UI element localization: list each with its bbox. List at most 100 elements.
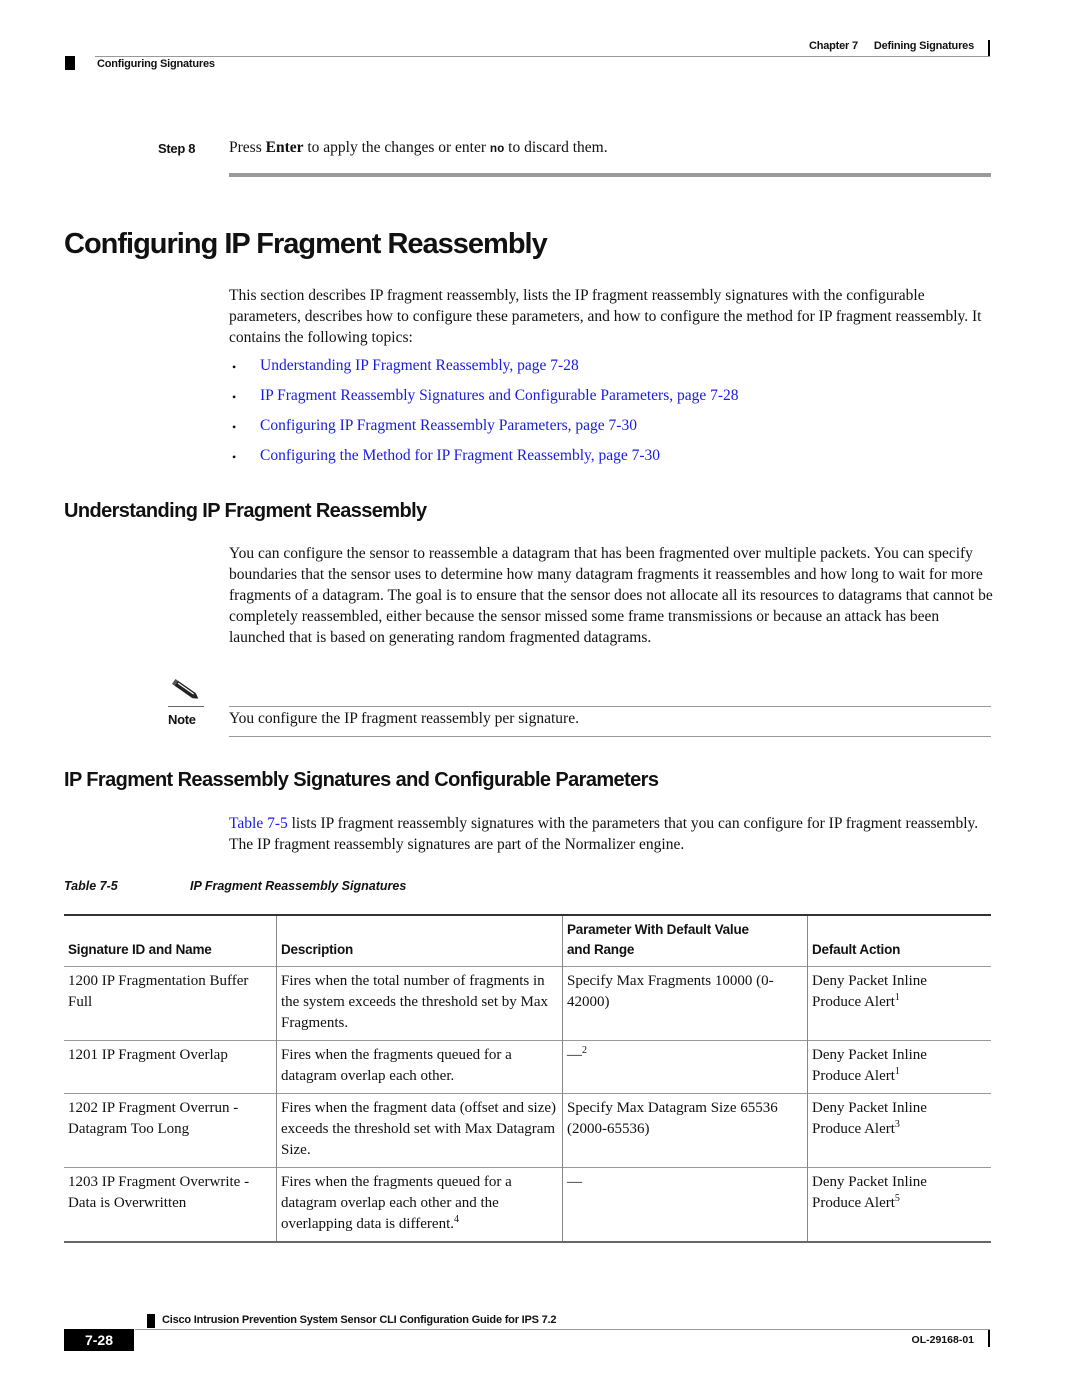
- action-line1: Deny Packet Inline: [812, 973, 927, 989]
- signatures-paragraph: Table 7-5 lists IP fragment reassembly s…: [229, 813, 994, 855]
- column-header-parameter: Parameter With Default Value and Range: [562, 915, 808, 967]
- topic-item: • Understanding IP Fragment Reassembly, p…: [232, 357, 739, 387]
- parameter-header-line1: Parameter With Default Value: [567, 922, 749, 937]
- parameter-cell: —2: [562, 1040, 808, 1094]
- parameter-text: —: [567, 1174, 582, 1190]
- table-row: 1201 IP Fragment Overlap Fires when the …: [64, 1040, 991, 1094]
- description-cell: Fires when the fragment data (offset and…: [276, 1093, 563, 1168]
- topic-link-configuring-method[interactable]: Configuring the Method for IP Fragment R…: [260, 447, 660, 465]
- note-top-rule: [229, 706, 991, 707]
- chapter-title: Defining Signatures: [873, 40, 974, 52]
- parameter-cell: —: [562, 1167, 808, 1242]
- table-row: 1202 IP Fragment Overrun - Datagram Too …: [64, 1093, 991, 1168]
- running-header-section: Configuring Signatures: [97, 58, 215, 70]
- footer-guide-title: Cisco Intrusion Prevention System Sensor…: [162, 1314, 557, 1326]
- default-action-cell: Deny Packet Inline Produce Alert3: [807, 1093, 991, 1168]
- footnote-ref[interactable]: 5: [895, 1193, 900, 1204]
- topic-list: • Understanding IP Fragment Reassembly, p…: [232, 357, 739, 477]
- column-header-default-action: Default Action: [807, 915, 991, 967]
- step-text-after: to discard them.: [504, 139, 608, 156]
- footer-square-decoration: [147, 1314, 155, 1328]
- table-header-row: Signature ID and Name Description Parame…: [64, 915, 991, 967]
- bullet-icon: •: [232, 420, 237, 434]
- running-header-chapter: Chapter 7 Defining Signatures: [809, 40, 974, 52]
- parameter-header-line2: and Range: [567, 942, 635, 957]
- footnote-ref[interactable]: 1: [895, 1066, 900, 1077]
- default-action-cell: Deny Packet Inline Produce Alert1: [807, 1040, 991, 1094]
- topic-item: • Configuring IP Fragment Reassembly Para…: [232, 417, 739, 447]
- description-text: Fires when the fragments queued for a da…: [281, 1047, 512, 1084]
- description-text: Fires when the fragments queued for a da…: [281, 1174, 512, 1232]
- chapter-number: Chapter 7: [808, 40, 858, 52]
- bullet-icon: •: [232, 450, 237, 464]
- action-line1: Deny Packet Inline: [812, 1047, 927, 1063]
- intro-paragraph: This section describes IP fragment reass…: [229, 287, 982, 346]
- understanding-paragraph: You can configure the sensor to reassemb…: [229, 545, 993, 646]
- page-title: Configuring IP Fragment Reassembly: [64, 228, 548, 260]
- description-cell: Fires when the fragments queued for a da…: [276, 1167, 563, 1242]
- footnote-ref[interactable]: 3: [895, 1119, 900, 1130]
- header-rule: [95, 56, 990, 57]
- column-header-signature: Signature ID and Name: [68, 942, 212, 957]
- signature-cell: 1200 IP Fragmentation Buffer Full: [68, 973, 249, 1010]
- footer-rule: [135, 1329, 990, 1330]
- step-text-before: Press: [229, 139, 266, 156]
- parameter-cell: Specify Max Fragments 10000 (0-42000): [562, 966, 808, 1041]
- footnote-ref[interactable]: 4: [454, 1214, 459, 1225]
- default-action-cell: Deny Packet Inline Produce Alert1: [807, 966, 991, 1041]
- parameter-text: Specify Max Fragments 10000 (0-42000): [567, 973, 774, 1010]
- action-line1: Deny Packet Inline: [812, 1100, 927, 1116]
- footnote-ref[interactable]: 2: [582, 1045, 587, 1056]
- footnote-ref[interactable]: 1: [895, 992, 900, 1003]
- action-line2: Produce Alert: [812, 1068, 895, 1084]
- note-bottom-rule: [229, 736, 991, 737]
- topic-link-configuring-parameters[interactable]: Configuring IP Fragment Reassembly Param…: [260, 417, 637, 435]
- section-heading-signatures: IP Fragment Reassembly Signatures and Co…: [64, 769, 659, 791]
- footer-bar-decoration: [988, 1330, 990, 1347]
- topic-item: • Configuring the Method for IP Fragment …: [232, 447, 739, 477]
- parameter-cell: Specify Max Datagram Size 65536 (2000-65…: [562, 1093, 808, 1168]
- description-text: Fires when the fragment data (offset and…: [281, 1100, 557, 1158]
- bullet-icon: •: [232, 360, 237, 374]
- step-end-rule: [229, 173, 991, 177]
- signatures-table: Signature ID and Name Description Parame…: [64, 914, 991, 1243]
- table-caption-title: IP Fragment Reassembly Signatures: [190, 879, 407, 893]
- note-icon-rule: [168, 706, 204, 707]
- signature-cell: 1201 IP Fragment Overlap: [68, 1047, 228, 1063]
- enter-key: Enter: [265, 139, 304, 156]
- topic-link-signatures[interactable]: IP Fragment Reassembly Signatures and Co…: [260, 387, 739, 405]
- description-cell: Fires when the fragments queued for a da…: [276, 1040, 563, 1094]
- signature-cell: 1203 IP Fragment Overwrite - Data is Ove…: [68, 1174, 250, 1211]
- table-caption-label: Table 7-5: [64, 879, 118, 893]
- header-bar-decoration: [988, 40, 990, 57]
- pencil-note-icon: [171, 678, 199, 699]
- action-line1: Deny Packet Inline: [812, 1174, 927, 1190]
- step-text-mid: to apply the changes or enter: [303, 139, 490, 156]
- note-text: You configure the IP fragment reassembly…: [229, 710, 579, 727]
- table-row: 1200 IP Fragmentation Buffer Full Fires …: [64, 966, 991, 1041]
- document-number: OL-29168-01: [911, 1334, 974, 1346]
- action-line2: Produce Alert: [812, 1195, 895, 1211]
- description-text: Fires when the total number of fragments…: [281, 973, 549, 1031]
- signature-cell: 1202 IP Fragment Overrun - Datagram Too …: [68, 1100, 239, 1137]
- table-reference-link[interactable]: Table 7-5: [229, 815, 288, 832]
- action-line2: Produce Alert: [812, 1121, 895, 1137]
- description-cell: Fires when the total number of fragments…: [276, 966, 563, 1041]
- note-label: Note: [168, 712, 196, 727]
- step-label: Step 8: [158, 141, 196, 156]
- no-command: no: [489, 142, 505, 156]
- signatures-paragraph-text: lists IP fragment reassembly signatures …: [229, 815, 979, 853]
- default-action-cell: Deny Packet Inline Produce Alert5: [807, 1167, 991, 1242]
- page-number: 7-28: [64, 1329, 134, 1351]
- action-line2: Produce Alert: [812, 994, 895, 1010]
- step-text: Press Enter to apply the changes or ente…: [229, 139, 608, 157]
- parameter-text: Specify Max Datagram Size 65536 (2000-65…: [567, 1100, 778, 1137]
- column-header-description: Description: [276, 915, 563, 967]
- bullet-icon: •: [232, 390, 237, 404]
- section-heading-understanding: Understanding IP Fragment Reassembly: [64, 500, 427, 522]
- table-row: 1203 IP Fragment Overwrite - Data is Ove…: [64, 1167, 991, 1242]
- parameter-text: —: [567, 1047, 582, 1063]
- header-square-decoration: [65, 56, 75, 70]
- topic-item: • IP Fragment Reassembly Signatures and C…: [232, 387, 739, 417]
- topic-link-understanding[interactable]: Understanding IP Fragment Reassembly, pa…: [260, 357, 579, 375]
